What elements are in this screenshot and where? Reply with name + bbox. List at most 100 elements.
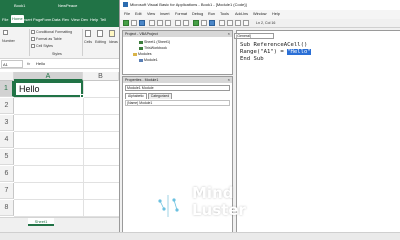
cell-styles-button[interactable]: Cell Styles (36, 44, 53, 48)
row-header-8[interactable]: 8 (0, 200, 14, 216)
vbe-menu-bar: File Edit View Insert Format Debug Run T… (120, 10, 400, 19)
tree-item-thisworkbook[interactable]: ThisWorkbook (139, 46, 167, 50)
close-icon[interactable]: × (228, 77, 230, 83)
run-icon[interactable] (193, 20, 199, 26)
project-explorer-pane: Project - VBAProject × Sheet1 (Sheet1) T… (122, 30, 233, 75)
design-mode-icon[interactable] (219, 20, 225, 26)
conditional-format-icon (31, 30, 35, 34)
copy-icon[interactable] (157, 20, 163, 26)
tab-page[interactable]: Page (33, 17, 42, 22)
close-icon[interactable]: × (228, 31, 230, 37)
fill-handle[interactable] (80, 94, 84, 98)
format-as-table-button[interactable]: Format as Table (36, 37, 62, 41)
vbe-title-text: Microsoft Visual Basic for Applications … (130, 2, 247, 7)
menu-debug[interactable]: Debug (192, 12, 203, 16)
brain-logo-icon (151, 195, 185, 217)
name-box[interactable]: A1 (1, 60, 23, 68)
menu-edit[interactable]: Edit (135, 12, 142, 16)
watermark-text: Mind Luster (192, 185, 246, 219)
grid-line (14, 165, 119, 166)
tab-form[interactable]: Form (42, 17, 51, 22)
row-header-7[interactable]: 7 (0, 183, 14, 199)
menu-window[interactable]: Window (253, 12, 267, 16)
ribbon-separator (82, 29, 83, 56)
menu-file[interactable]: File (124, 12, 130, 16)
tab-help[interactable]: Help (90, 17, 98, 22)
row-header-5[interactable]: 5 (0, 149, 14, 165)
break-icon[interactable] (201, 20, 207, 26)
property-row-name[interactable]: (Name) Module1 (125, 100, 230, 106)
taskbar (0, 232, 400, 240)
cursor-position: Ln 2, Col 16 (256, 21, 276, 25)
menu-tools[interactable]: Tools (220, 12, 229, 16)
grid-line (14, 97, 119, 98)
tab-view[interactable]: View (71, 17, 80, 22)
column-header-a[interactable]: A (14, 72, 83, 81)
ideas-button[interactable]: Ideas (109, 40, 118, 44)
tab-tell-me[interactable]: Tell (100, 17, 106, 22)
grid-line (83, 81, 84, 217)
menu-view[interactable]: View (147, 12, 155, 16)
tree-item-modules[interactable]: Modules (133, 52, 152, 56)
menu-insert[interactable]: Insert (160, 12, 170, 16)
ribbon-number-label: Number (2, 39, 15, 43)
cell-a1[interactable]: Hello (14, 81, 83, 97)
tree-item-sheet1[interactable]: Sheet1 (Sheet1) (139, 40, 170, 44)
grid-line (14, 114, 119, 115)
save-icon[interactable] (139, 20, 145, 26)
menu-run[interactable]: Run (208, 12, 215, 16)
lightbulb-icon[interactable] (109, 30, 115, 37)
menu-help[interactable]: Help (272, 12, 280, 16)
fx-icon[interactable]: fx (27, 61, 30, 66)
worksheet-grid[interactable]: 1 2 3 4 5 6 7 8 Hello (0, 81, 119, 217)
tab-alphabetic[interactable]: Alphabetic (125, 93, 147, 99)
editing-button[interactable]: Editing (95, 40, 106, 44)
cells-icon[interactable] (85, 30, 91, 37)
undo-icon[interactable] (175, 20, 181, 26)
percent-icon[interactable] (3, 30, 8, 35)
row-header-6[interactable]: 6 (0, 166, 14, 182)
properties-object-select[interactable]: Module1 Module (125, 85, 230, 91)
view-excel-icon[interactable] (123, 20, 129, 26)
tab-developer[interactable]: Dev (81, 17, 88, 22)
sheet-icon (139, 40, 143, 44)
project-explorer-icon[interactable] (227, 20, 233, 26)
tab-insert[interactable]: Insert (22, 17, 32, 22)
row-header-4[interactable]: 4 (0, 132, 14, 148)
tab-data[interactable]: Data (52, 17, 60, 22)
redo-icon[interactable] (183, 20, 189, 26)
workbook-icon (139, 46, 143, 50)
properties-title: Properties - Module1 (123, 77, 232, 83)
code-object-dropdown[interactable]: (General) (234, 33, 274, 39)
tab-categorized[interactable]: Categorized (147, 93, 173, 99)
row-header-3[interactable]: 3 (0, 115, 14, 131)
code-line-3: End Sub (240, 56, 264, 62)
conditional-formatting-button[interactable]: Conditional Formatting (36, 30, 72, 34)
reset-icon[interactable] (209, 20, 215, 26)
cut-icon[interactable] (149, 20, 155, 26)
tree-label: ThisWorkbook (144, 46, 167, 50)
tree-item-module1[interactable]: Module1 (139, 58, 158, 62)
editing-icon[interactable] (97, 30, 103, 37)
insert-module-icon[interactable] (131, 20, 137, 26)
cells-button[interactable]: Cells (84, 40, 92, 44)
sheet-tab[interactable]: Sheet1 (28, 218, 54, 226)
column-header-b[interactable]: B (83, 72, 119, 81)
code-line-2-selection: "Hello" (287, 49, 311, 55)
tab-file[interactable]: File (2, 17, 8, 22)
tree-label: Sheet1 (Sheet1) (144, 40, 171, 44)
formula-input[interactable]: Hello (36, 61, 45, 66)
properties-icon[interactable] (235, 20, 241, 26)
excel-window: Book1 NewPeace File Home Insert Page For… (0, 0, 119, 240)
grid-line (14, 199, 119, 200)
menu-format[interactable]: Format (175, 12, 187, 16)
row-header-1[interactable]: 1 (0, 81, 14, 97)
menu-add-ins[interactable]: Add-Ins (235, 12, 248, 16)
object-browser-icon[interactable] (243, 20, 249, 26)
select-all-corner[interactable] (0, 72, 14, 81)
row-header-2[interactable]: 2 (0, 98, 14, 114)
paste-icon[interactable] (165, 20, 171, 26)
tab-review[interactable]: Rev (62, 17, 69, 22)
code-editor[interactable]: Sub ReferenceACell() Range("A1") = "Hell… (240, 42, 311, 63)
formula-bar: A1 fx Hello (0, 59, 119, 69)
